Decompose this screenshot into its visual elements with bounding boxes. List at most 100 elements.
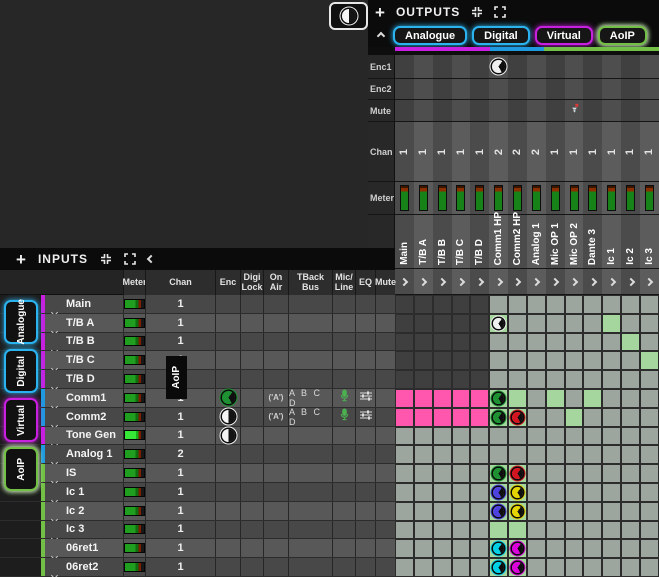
matrix-cell[interactable] — [433, 445, 452, 464]
matrix-cell[interactable] — [395, 521, 414, 540]
matrix-cell[interactable] — [414, 539, 433, 558]
matrix-cell[interactable] — [433, 427, 452, 446]
output-chev-cell[interactable] — [508, 269, 527, 294]
tab-aoip[interactable]: AoIP — [598, 26, 647, 45]
matrix-cell[interactable] — [565, 295, 584, 314]
matrix-cell[interactable] — [565, 445, 584, 464]
matrix-cell-routed[interactable] — [508, 389, 527, 408]
output-mute-cell[interactable] — [395, 100, 414, 121]
input-meter-cell[interactable] — [123, 539, 145, 557]
input-mute-cell[interactable] — [375, 427, 395, 445]
input-onair-cell[interactable] — [263, 445, 288, 463]
input-onair-cell[interactable] — [263, 314, 288, 332]
output-mute-cell[interactable] — [640, 100, 659, 121]
input-eq-cell[interactable] — [355, 408, 375, 426]
matrix-cell[interactable] — [583, 521, 602, 540]
inputs-collapse-left-icon[interactable] — [147, 255, 155, 263]
matrix-cell[interactable] — [621, 389, 640, 408]
output-chev-cell[interactable] — [470, 269, 489, 294]
matrix-cell[interactable] — [470, 408, 489, 427]
input-mute-cell[interactable] — [375, 483, 395, 501]
matrix-cell-routed[interactable] — [565, 408, 584, 427]
matrix-cell[interactable] — [395, 427, 414, 446]
sidebar-tab-analogue[interactable]: Analogue — [4, 300, 38, 344]
matrix-cell[interactable] — [508, 427, 527, 446]
matrix-cell[interactable] — [395, 333, 414, 352]
output-chev-cell[interactable] — [640, 269, 659, 294]
input-mute-cell[interactable] — [375, 539, 395, 557]
matrix-cell-routed[interactable] — [489, 558, 508, 577]
input-onair-cell[interactable]: ('A') — [263, 389, 288, 407]
output-mute-cell[interactable] — [583, 100, 602, 121]
matrix-cell[interactable] — [452, 502, 471, 521]
matrix-cell[interactable] — [621, 502, 640, 521]
matrix-cell[interactable] — [602, 502, 621, 521]
matrix-cell[interactable] — [621, 370, 640, 389]
matrix-cell[interactable] — [414, 389, 433, 408]
input-onair-cell[interactable] — [263, 502, 288, 520]
matrix-cell[interactable] — [452, 389, 471, 408]
matrix-cell[interactable] — [433, 408, 452, 427]
matrix-cell[interactable] — [565, 521, 584, 540]
input-meter-cell[interactable] — [123, 351, 145, 369]
matrix-cell[interactable] — [565, 483, 584, 502]
input-mic-cell[interactable] — [332, 483, 355, 501]
sidebar-tab-digital[interactable]: Digital — [4, 349, 38, 393]
input-onair-cell[interactable] — [263, 558, 288, 576]
matrix-cell-routed[interactable] — [508, 464, 527, 483]
input-eq-cell[interactable] — [355, 295, 375, 313]
matrix-cell[interactable] — [470, 521, 489, 540]
matrix-cell[interactable] — [583, 333, 602, 352]
output-enc1-cell[interactable] — [546, 55, 565, 78]
matrix-cell[interactable] — [433, 314, 452, 333]
input-mute-cell[interactable] — [375, 408, 395, 426]
input-mic-cell[interactable] — [332, 295, 355, 313]
matrix-cell[interactable] — [583, 502, 602, 521]
input-eq-cell[interactable] — [355, 464, 375, 482]
matrix-cell[interactable] — [395, 558, 414, 577]
matrix-cell[interactable] — [546, 314, 565, 333]
matrix-cell[interactable] — [452, 445, 471, 464]
output-chev-cell[interactable] — [583, 269, 602, 294]
matrix-cell[interactable] — [583, 295, 602, 314]
input-eq-cell[interactable] — [355, 445, 375, 463]
input-digi-cell[interactable] — [240, 539, 263, 557]
matrix-cell[interactable] — [546, 408, 565, 427]
sidebar-tab-aoip[interactable]: AoIP — [4, 447, 38, 491]
outputs-add-button[interactable]: + — [375, 4, 385, 21]
output-chev-cell[interactable] — [527, 269, 546, 294]
matrix-cell-routed[interactable] — [508, 483, 527, 502]
output-mute-cell[interactable] — [470, 100, 489, 121]
input-mute-cell[interactable] — [375, 333, 395, 351]
input-tback-cell[interactable]: A B C D — [288, 408, 332, 426]
input-digi-cell[interactable] — [240, 483, 263, 501]
input-eq-cell[interactable] — [355, 314, 375, 332]
input-digi-cell[interactable] — [240, 408, 263, 426]
matrix-cell[interactable] — [470, 314, 489, 333]
output-mute-cell[interactable] — [565, 100, 584, 121]
input-eq-cell[interactable] — [355, 558, 375, 576]
matrix-cell[interactable] — [640, 333, 659, 352]
input-eq-cell[interactable] — [355, 333, 375, 351]
output-mute-cell[interactable] — [527, 100, 546, 121]
matrix-cell[interactable] — [527, 314, 546, 333]
input-enc-cell[interactable] — [215, 370, 240, 388]
matrix-cell[interactable] — [583, 464, 602, 483]
output-mute-cell[interactable] — [414, 100, 433, 121]
matrix-cell[interactable] — [527, 427, 546, 446]
matrix-cell[interactable] — [602, 351, 621, 370]
input-digi-cell[interactable] — [240, 333, 263, 351]
output-chev-cell[interactable] — [395, 269, 414, 294]
contrast-toggle-button[interactable] — [329, 2, 368, 30]
input-meter-cell[interactable] — [123, 521, 145, 539]
input-mute-cell[interactable] — [375, 351, 395, 369]
matrix-cell-routed[interactable] — [508, 539, 527, 558]
matrix-cell[interactable] — [565, 370, 584, 389]
matrix-cell[interactable] — [565, 314, 584, 333]
matrix-cell[interactable] — [546, 351, 565, 370]
input-mute-cell[interactable] — [375, 370, 395, 388]
input-enc-cell[interactable] — [215, 539, 240, 557]
matrix-cell[interactable] — [452, 483, 471, 502]
input-meter-cell[interactable] — [123, 464, 145, 482]
input-eq-cell[interactable] — [355, 370, 375, 388]
